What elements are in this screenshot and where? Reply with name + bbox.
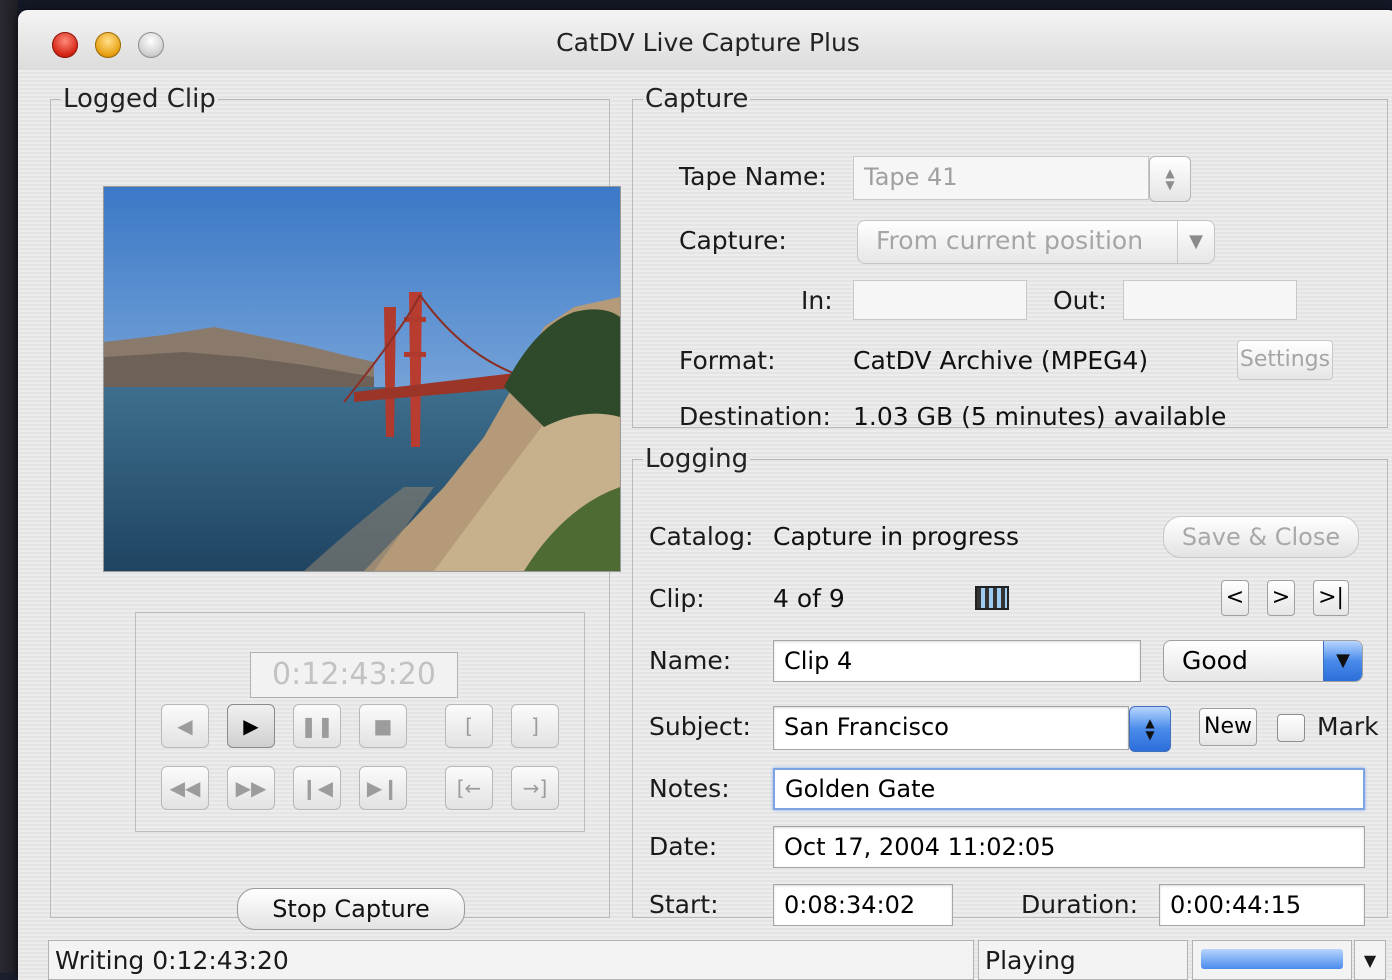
capture-window: CatDV Live Capture Plus Logged Clip 0:12… [18,10,1392,980]
subject-label: Subject: [649,712,751,741]
goto-in-icon: [← [456,776,482,800]
mark-label: Mark [1317,712,1379,741]
in-field[interactable] [853,280,1027,320]
stepper-down-icon: ▼ [1145,728,1155,742]
format-label: Format: [679,346,776,375]
title-bar[interactable]: CatDV Live Capture Plus [18,10,1392,71]
new-subject-button[interactable]: New [1199,708,1257,746]
stepper-down-icon: ▼ [1165,178,1175,192]
window-content: Logged Clip 0:12:43:20 ◀ ▶ ❚❚ ■ [] ◀◀ ▶… [18,70,1392,980]
timecode-display: 0:12:43:20 [250,652,458,698]
chevron-down-icon: ▼ [1363,951,1377,970]
status-menu-button[interactable]: ▼ [1354,940,1386,980]
date-label: Date: [649,832,718,861]
step-back-icon: ◀ [177,714,193,738]
notes-label: Notes: [649,774,730,803]
fast-forward-icon: ▶▶ [235,776,267,800]
goto-in-button[interactable]: [← [445,766,493,810]
chevron-down-icon: ▼ [1177,221,1214,263]
in-label: In: [801,286,833,315]
catalog-value: Capture in progress [773,522,1020,551]
fast-forward-button[interactable]: ▶▶ [227,766,275,810]
capture-mode-value: From current position [876,226,1144,255]
film-strip-icon [975,586,1009,610]
goto-out-icon: →] [522,776,548,800]
logging-legend: Logging [645,444,749,474]
pause-icon: ❚❚ [300,714,334,738]
step-back-button[interactable]: ◀ [161,704,209,748]
mark-in-button[interactable]: [ [445,704,493,748]
notes-field[interactable]: Golden Gate [773,768,1365,810]
subject-stepper[interactable]: ▲ ▼ [1129,706,1171,752]
destination-label: Destination: [679,402,831,431]
play-button[interactable]: ▶ [227,704,275,748]
start-label: Start: [649,890,719,919]
capture-legend: Capture [645,84,749,114]
status-message: Writing 0:12:43:20 [48,940,974,980]
name-label: Name: [649,646,732,675]
next-clip-button[interactable]: > [1267,580,1295,616]
video-preview [103,186,621,572]
prev-clip-button[interactable]: < [1221,580,1249,616]
progress-fill [1201,949,1343,969]
frame-back-icon: ❙◀ [300,776,334,800]
logged-clip-legend: Logged Clip [63,84,216,114]
playback-status: Playing [978,940,1188,980]
stop-icon: ■ [373,714,393,738]
format-value: CatDV Archive (MPEG4) [853,346,1149,375]
pause-button[interactable]: ❚❚ [293,704,341,748]
window-title: CatDV Live Capture Plus [556,28,860,57]
save-close-button[interactable]: Save & Close [1163,516,1359,558]
out-label: Out: [1053,286,1107,315]
mark-checkbox[interactable] [1277,714,1305,742]
clip-counter: 4 of 9 [773,584,845,613]
destination-value: 1.03 GB (5 minutes) available [853,402,1227,431]
bracket-out-icon: ] [531,714,539,738]
clip-label: Clip: [649,584,705,613]
tape-name-stepper[interactable]: ▲ ▼ [1149,156,1191,202]
rewind-icon: ◀◀ [169,776,201,800]
capture-panel: Capture Tape Name: Tape 41 ▲ ▼ Capture: F… [632,84,1388,431]
stop-capture-button[interactable]: Stop Capture [237,888,465,930]
out-field[interactable] [1123,280,1297,320]
last-clip-button[interactable]: >| [1313,580,1349,616]
bridge-image [104,187,620,571]
tape-name-label: Tape Name: [679,162,827,191]
progress-bar [1192,940,1352,980]
subject-field[interactable]: San Francisco [773,706,1129,750]
catalog-label: Catalog: [649,522,754,551]
frame-forward-button[interactable]: ▶❙ [359,766,407,810]
rewind-button[interactable]: ◀◀ [161,766,209,810]
tape-name-field[interactable]: Tape 41 [853,156,1149,200]
capture-mode-label: Capture: [679,226,787,255]
duration-field[interactable]: 0:00:44:15 [1159,884,1365,926]
rating-value: Good [1182,646,1248,675]
desktop-edge [0,0,18,973]
mark-out-button[interactable]: ] [511,704,559,748]
date-field[interactable]: Oct 17, 2004 11:02:05 [773,826,1365,868]
settings-button[interactable]: Settings [1237,340,1333,380]
logging-panel: Logging Catalog: Capture in progress Sav… [632,444,1388,926]
clip-name-field[interactable]: Clip 4 [773,640,1141,682]
frame-forward-icon: ▶❙ [366,776,400,800]
duration-label: Duration: [1021,890,1139,919]
start-field[interactable]: 0:08:34:02 [773,884,953,926]
frame-back-button[interactable]: ❙◀ [293,766,341,810]
play-icon: ▶ [243,714,259,738]
chevron-down-icon: ▼ [1323,641,1362,681]
capture-mode-popup[interactable]: From current position ▼ [857,220,1215,264]
rating-popup[interactable]: Good ▼ [1163,640,1363,682]
goto-out-button[interactable]: →] [511,766,559,810]
bracket-in-icon: [ [465,714,473,738]
stop-button[interactable]: ■ [359,704,407,748]
logged-clip-panel: Logged Clip 0:12:43:20 ◀ ▶ ❚❚ ■ [] ◀◀ ▶… [50,84,621,930]
